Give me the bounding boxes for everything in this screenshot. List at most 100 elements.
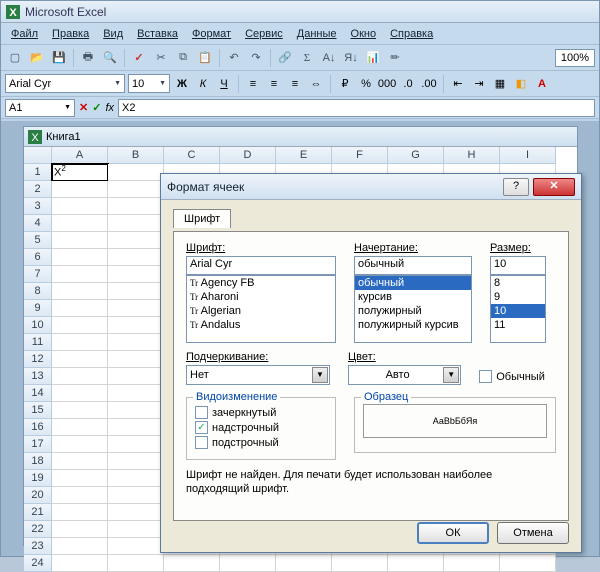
dialog-titlebar[interactable]: Формат ячеек ? ✕ xyxy=(161,174,581,200)
cell[interactable]: X2 xyxy=(52,164,108,181)
cell[interactable] xyxy=(108,317,164,334)
cell[interactable] xyxy=(108,487,164,504)
row-header[interactable]: 23 xyxy=(24,538,52,555)
copy-icon[interactable]: ⧉ xyxy=(173,48,193,68)
cell[interactable] xyxy=(52,266,108,283)
row-header[interactable]: 11 xyxy=(24,334,52,351)
row-header[interactable]: 12 xyxy=(24,351,52,368)
menu-view[interactable]: Вид xyxy=(97,26,129,42)
inc-indent-icon[interactable]: ⇥ xyxy=(470,75,488,93)
underline-icon[interactable]: Ч xyxy=(215,75,233,93)
column-header[interactable]: I xyxy=(500,147,556,164)
list-item[interactable]: 10 xyxy=(491,304,545,318)
cell[interactable] xyxy=(108,266,164,283)
column-header[interactable]: F xyxy=(332,147,388,164)
cell[interactable] xyxy=(444,555,500,572)
list-item[interactable]: полужирный xyxy=(355,304,471,318)
cell[interactable] xyxy=(52,181,108,198)
enter-icon[interactable]: ✓ xyxy=(92,101,101,114)
menu-file[interactable]: Файл xyxy=(5,26,44,42)
cell[interactable] xyxy=(52,317,108,334)
chevron-down-icon[interactable]: ▼ xyxy=(312,367,328,383)
bold-icon[interactable]: Ж xyxy=(173,75,191,93)
percent-icon[interactable]: % xyxy=(357,75,375,93)
row-header[interactable]: 21 xyxy=(24,504,52,521)
cell[interactable] xyxy=(332,555,388,572)
size-input[interactable]: 10 xyxy=(490,256,546,275)
link-icon[interactable]: 🔗 xyxy=(275,48,295,68)
cell[interactable] xyxy=(108,232,164,249)
cell[interactable] xyxy=(108,538,164,555)
cell[interactable] xyxy=(108,555,164,572)
cell[interactable] xyxy=(52,504,108,521)
menu-window[interactable]: Окно xyxy=(345,26,383,42)
menu-insert[interactable]: Вставка xyxy=(131,26,184,42)
list-item[interactable]: 11 xyxy=(491,318,545,332)
menu-help[interactable]: Справка xyxy=(384,26,439,42)
column-header[interactable]: E xyxy=(276,147,332,164)
redo-icon[interactable]: ↷ xyxy=(246,48,266,68)
row-header[interactable]: 9 xyxy=(24,300,52,317)
align-center-icon[interactable]: ≡ xyxy=(265,75,283,93)
cell[interactable] xyxy=(276,555,332,572)
menu-data[interactable]: Данные xyxy=(291,26,343,42)
cell[interactable] xyxy=(108,436,164,453)
zoom-box[interactable]: 100% xyxy=(555,49,595,67)
list-item[interactable]: Tr Aharoni xyxy=(187,290,335,304)
comma-icon[interactable]: 000 xyxy=(378,75,396,93)
cell[interactable] xyxy=(52,487,108,504)
row-header[interactable]: 8 xyxy=(24,283,52,300)
list-item[interactable]: Tr Andalus xyxy=(187,318,335,332)
cell[interactable] xyxy=(108,402,164,419)
column-header[interactable]: H xyxy=(444,147,500,164)
open-icon[interactable]: 📂 xyxy=(27,48,47,68)
row-header[interactable]: 4 xyxy=(24,215,52,232)
cancel-icon[interactable]: ✕ xyxy=(79,101,88,114)
font-listbox[interactable]: Tr Agency FBTr AharoniTr AlgerianTr Anda… xyxy=(186,275,336,343)
cell[interactable] xyxy=(52,215,108,232)
merge-icon[interactable]: ⇔ xyxy=(307,75,325,93)
cell[interactable] xyxy=(52,521,108,538)
dialog-close-button[interactable]: ✕ xyxy=(533,178,575,196)
fill-color-icon[interactable]: ◧ xyxy=(512,75,530,93)
sum-icon[interactable]: Σ xyxy=(297,48,317,68)
column-header[interactable]: G xyxy=(388,147,444,164)
cell[interactable] xyxy=(52,385,108,402)
list-item[interactable]: обычный xyxy=(355,276,471,290)
dialog-help-button[interactable]: ? xyxy=(503,178,529,196)
cell[interactable] xyxy=(108,351,164,368)
italic-icon[interactable]: К xyxy=(194,75,212,93)
fx-icon[interactable]: fx xyxy=(105,102,114,114)
row-header[interactable]: 18 xyxy=(24,453,52,470)
cell[interactable] xyxy=(108,181,164,198)
inc-decimal-icon[interactable]: .0 xyxy=(399,75,417,93)
name-box[interactable]: A1▼ xyxy=(5,99,75,117)
cell[interactable] xyxy=(52,249,108,266)
font-name-combo[interactable]: Arial Cyr▼ xyxy=(5,74,125,93)
row-header[interactable]: 14 xyxy=(24,385,52,402)
row-header[interactable]: 10 xyxy=(24,317,52,334)
cell[interactable] xyxy=(52,402,108,419)
list-item[interactable]: Tr Algerian xyxy=(187,304,335,318)
sort-asc-icon[interactable]: A↓ xyxy=(319,48,339,68)
formula-input[interactable]: X2 xyxy=(118,99,595,117)
row-header[interactable]: 5 xyxy=(24,232,52,249)
cell[interactable] xyxy=(52,538,108,555)
chevron-down-icon[interactable]: ▼ xyxy=(443,367,459,383)
align-left-icon[interactable]: ≡ xyxy=(244,75,262,93)
spell-icon[interactable]: ✓ xyxy=(129,48,149,68)
style-listbox[interactable]: обычныйкурсивполужирныйполужирный курсив xyxy=(354,275,472,343)
undo-icon[interactable]: ↶ xyxy=(224,48,244,68)
cell[interactable] xyxy=(108,470,164,487)
currency-icon[interactable]: ₽ xyxy=(336,75,354,93)
cell[interactable] xyxy=(388,555,444,572)
list-item[interactable]: полужирный курсив xyxy=(355,318,471,332)
underline-combo[interactable]: Нет▼ xyxy=(186,365,330,385)
normal-checkbox[interactable]: Обычный xyxy=(479,370,556,383)
cell[interactable] xyxy=(52,419,108,436)
cell[interactable] xyxy=(108,215,164,232)
superscript-checkbox[interactable]: ✓надстрочный xyxy=(195,421,327,434)
row-header[interactable]: 15 xyxy=(24,402,52,419)
cell[interactable] xyxy=(52,300,108,317)
row-header[interactable]: 3 xyxy=(24,198,52,215)
